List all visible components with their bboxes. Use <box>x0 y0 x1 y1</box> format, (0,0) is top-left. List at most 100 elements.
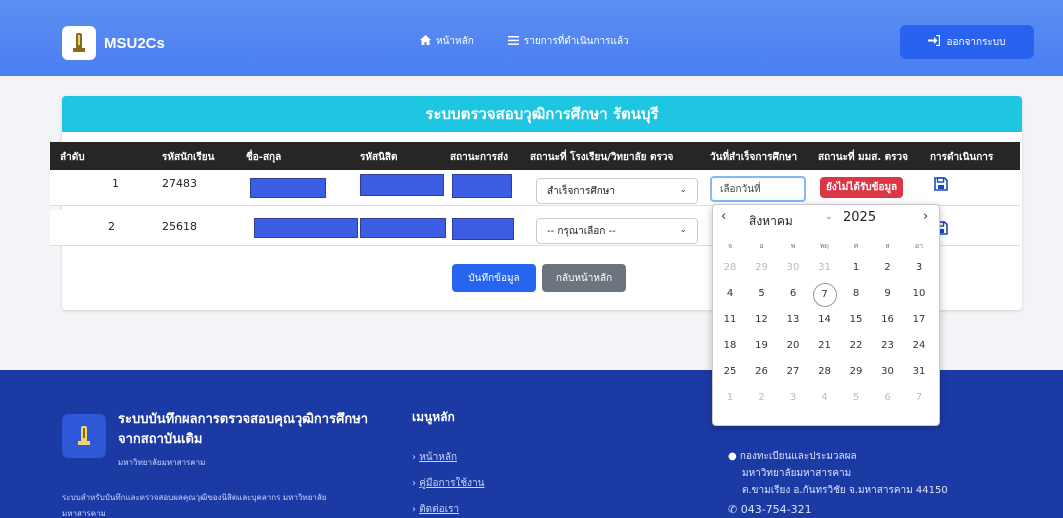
day-cell[interactable]: 23 <box>874 335 902 357</box>
day-cell[interactable]: 8 <box>842 283 870 305</box>
day-cell[interactable]: 1 <box>842 257 870 279</box>
row-order: 1 <box>112 177 119 190</box>
col-name: ชื่อ-สกุล <box>246 152 282 163</box>
brand[interactable]: MSU2Cs <box>62 26 165 60</box>
day-cell[interactable]: 4 <box>716 283 744 305</box>
list-icon <box>507 35 519 48</box>
chevron-down-icon: ⌄ <box>679 185 687 195</box>
school-status-value: สำเร็จการศึกษา <box>547 185 616 197</box>
back-home-label: กลับหน้าหลัก <box>555 272 613 284</box>
weekday-label: อา <box>914 242 924 250</box>
day-cell[interactable]: 13 <box>779 309 807 331</box>
day-cell[interactable]: 28 <box>811 361 839 383</box>
day-cell[interactable]: 9 <box>874 283 902 305</box>
nav-home-link[interactable]: หน้าหลัก <box>420 34 474 49</box>
weekday-label: จ <box>727 242 733 250</box>
day-cell[interactable]: 6 <box>874 387 902 409</box>
weekday-label: พฤ <box>820 242 829 250</box>
day-cell[interactable]: 11 <box>716 309 744 331</box>
day-cell[interactable]: 26 <box>748 361 776 383</box>
address-line: ● กองทะเบียนและประมวลผล <box>728 451 857 462</box>
col-grad-date: วันที่สำเร็จการศึกษา <box>710 152 798 163</box>
day-cell[interactable]: 14 <box>811 309 839 331</box>
nav-home-label: หน้าหลัก <box>436 36 474 47</box>
chevron-down-icon: ⌄ <box>825 212 833 222</box>
weekday-label: พ <box>790 242 796 250</box>
school-status-select[interactable]: สำเร็จการศึกษา ⌄ <box>536 178 698 204</box>
day-cell[interactable]: 2 <box>874 257 902 279</box>
msu-status-badge: ยังไม่ได้รับข้อมูล <box>820 177 904 198</box>
day-cell[interactable]: 22 <box>842 335 870 357</box>
day-cell[interactable]: 30 <box>779 257 807 279</box>
card-header: ระบบตรวจสอบวุฒิการศึกษา รัตนบุรี <box>62 96 1022 132</box>
day-cell[interactable]: 18 <box>716 335 744 357</box>
day-cell[interactable]: 12 <box>748 309 776 331</box>
day-cell[interactable]: 2 <box>748 387 776 409</box>
save-data-label: บันทึกข้อมูล <box>468 272 520 284</box>
table-header: ลำดับ รหัสนักเรียน ชื่อ-สกุล รหัสนิสิต ส… <box>50 142 1020 170</box>
logout-button[interactable]: ออกจากระบบ <box>900 25 1034 59</box>
day-cell[interactable]: 15 <box>842 309 870 331</box>
footer-subtitle: มหาวิทยาลัยมหาสารคาม <box>118 458 206 467</box>
top-navbar: MSU2Cs หน้าหลัก รายการที่ดำเนินการแล้ว อ… <box>0 0 1063 76</box>
day-cell-today[interactable]: 7 <box>812 283 837 307</box>
day-cell[interactable]: 5 <box>842 387 870 409</box>
save-data-button[interactable]: บันทึกข้อมูล <box>452 264 536 292</box>
prev-month-button[interactable]: ‹ <box>721 209 726 224</box>
redacted-nisit-id <box>360 174 444 196</box>
day-cell[interactable]: 17 <box>905 309 933 331</box>
row-student-id: 25618 <box>162 220 197 233</box>
address-line: มหาวิทยาลัยมหาสารคาม <box>742 468 852 479</box>
day-cell[interactable]: 24 <box>905 335 933 357</box>
day-cell[interactable]: 6 <box>779 283 807 305</box>
day-cell[interactable]: 3 <box>905 257 933 279</box>
col-school-status: สถานะที่ โรงเรียน/วิทยาลัย ตรวจ <box>530 152 674 163</box>
row-student-id: 27483 <box>162 177 197 190</box>
footer-address: ● กองทะเบียนและประมวลผล มหาวิทยาลัยมหาสา… <box>728 448 948 499</box>
month-select[interactable]: สิงหาคม <box>749 212 793 231</box>
day-cell[interactable]: 29 <box>748 257 776 279</box>
footer-link-home[interactable]: › หน้าหลัก <box>412 450 457 465</box>
school-status-value: -- กรุณาเลือก -- <box>547 225 616 237</box>
day-cell[interactable]: 29 <box>842 361 870 383</box>
redacted-send-status <box>452 218 514 240</box>
next-month-button[interactable]: › <box>923 209 928 224</box>
day-cell[interactable]: 31 <box>905 361 933 383</box>
day-cell[interactable]: 5 <box>748 283 776 305</box>
back-home-button[interactable]: กลับหน้าหลัก <box>542 264 626 292</box>
footer-menu-heading: เมนูหลัก <box>412 410 455 424</box>
year-input[interactable]: 2025 <box>843 210 876 225</box>
address-line: ต.ขามเรียง อ.กันทรวิชัย จ.มหาสารคาม 4415… <box>742 485 948 496</box>
col-msu-status: สถานะที่ มมส. ตรวจ <box>818 152 908 163</box>
brand-name: MSU2Cs <box>104 34 165 52</box>
row-order: 2 <box>108 220 115 233</box>
day-cell[interactable]: 20 <box>779 335 807 357</box>
day-cell[interactable]: 30 <box>874 361 902 383</box>
day-cell[interactable]: 31 <box>811 257 839 279</box>
footer-logo-icon <box>62 414 106 458</box>
footer-link-contact[interactable]: › ติดต่อเรา <box>412 502 459 517</box>
day-cell[interactable]: 16 <box>874 309 902 331</box>
redacted-name <box>250 178 326 198</box>
day-cell[interactable]: 28 <box>716 257 744 279</box>
date-picker-popup: ‹ สิงหาคม ⌄ 2025 › จอพพฤศสอา 28 29 30 31 1 2 3… <box>712 204 940 426</box>
day-cell[interactable]: 4 <box>811 387 839 409</box>
day-cell[interactable]: 7 <box>905 387 933 409</box>
day-cell[interactable]: 3 <box>779 387 807 409</box>
logout-label: ออกจากระบบ <box>946 36 1006 48</box>
save-icon[interactable] <box>934 177 948 191</box>
map-pin-icon: ● <box>728 451 737 462</box>
graduation-date-input[interactable]: เลือกวันที่ <box>710 176 806 202</box>
footer-link-manual[interactable]: › คู่มือการใช้งาน <box>412 476 485 491</box>
day-cell[interactable]: 27 <box>779 361 807 383</box>
day-cell[interactable]: 25 <box>716 361 744 383</box>
day-cell[interactable]: 10 <box>905 283 933 305</box>
school-status-select[interactable]: -- กรุณาเลือก -- ⌄ <box>536 218 698 244</box>
day-cell[interactable]: 21 <box>811 335 839 357</box>
day-cell[interactable]: 19 <box>748 335 776 357</box>
day-cell[interactable]: 1 <box>716 387 744 409</box>
nav-done-list-link[interactable]: รายการที่ดำเนินการแล้ว <box>507 34 629 49</box>
table-row: 1 27483 สำเร็จการศึกษา ⌄ เลือกวันที่ ยัง… <box>50 170 1020 206</box>
nav-done-list-label: รายการที่ดำเนินการแล้ว <box>523 36 629 47</box>
redacted-nisit-id <box>360 218 446 238</box>
